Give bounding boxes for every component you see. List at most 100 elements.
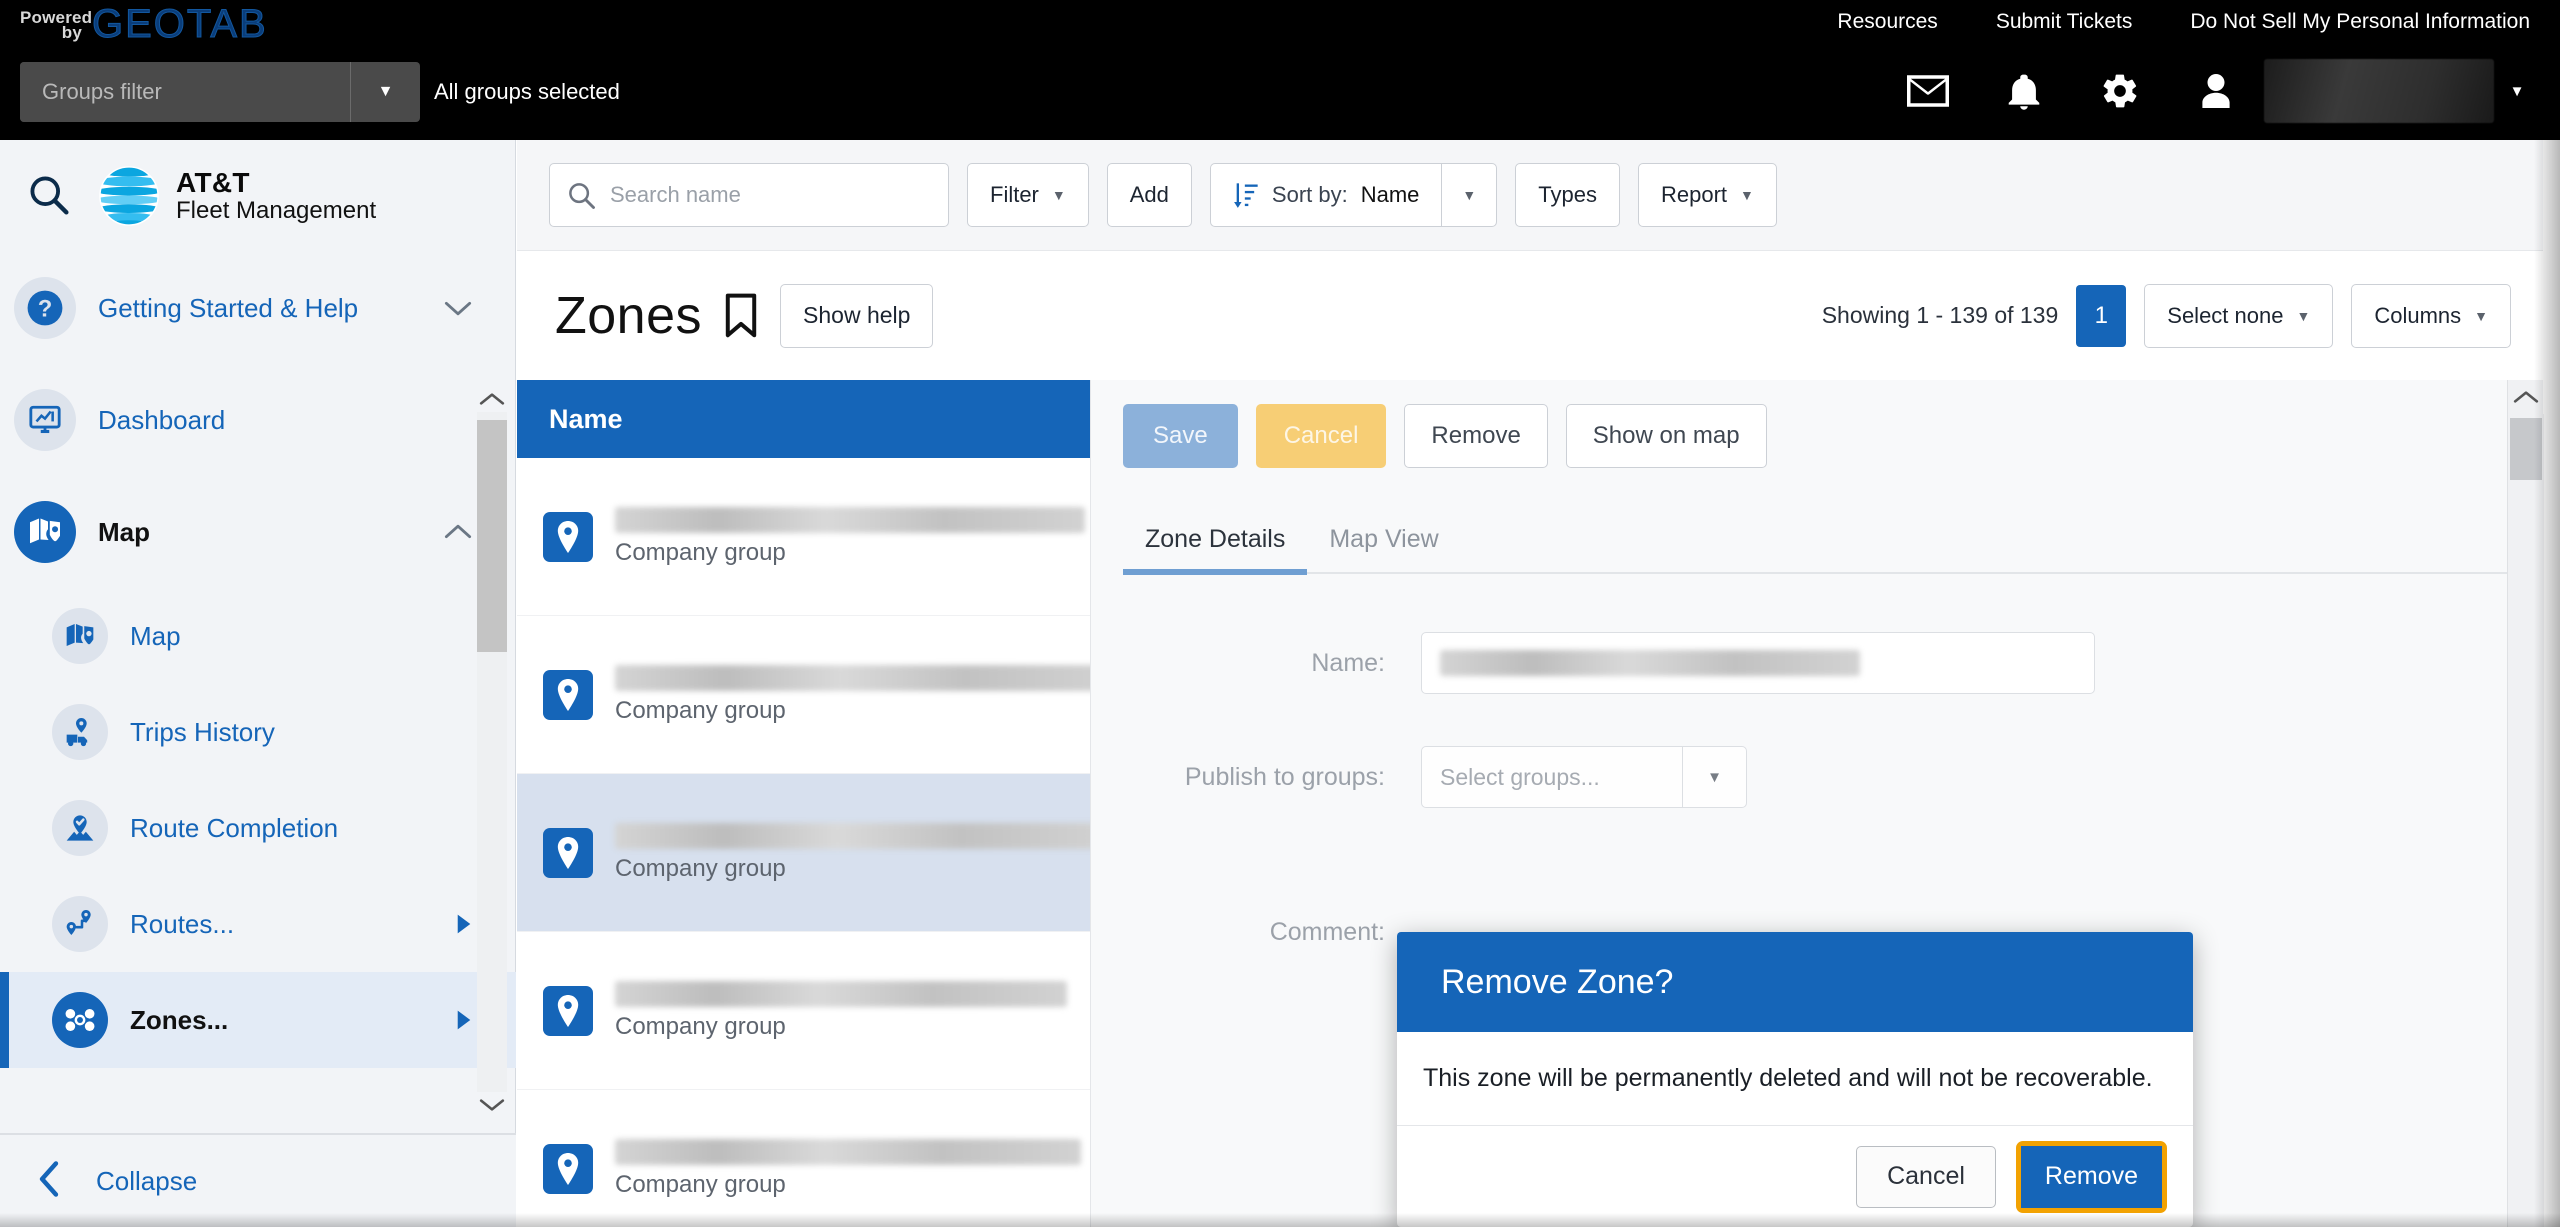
app-root: Powered by GEOTAB Resources Submit Ticke… bbox=[0, 0, 2560, 1227]
sidebar-item-route-completion[interactable]: Route Completion bbox=[0, 780, 516, 876]
main-scrollbar[interactable] bbox=[2507, 380, 2544, 1227]
scrollbar-track[interactable] bbox=[2507, 414, 2544, 1227]
zone-group-label: Company group bbox=[615, 538, 786, 566]
remove-button[interactable]: Remove bbox=[1404, 404, 1548, 468]
show-on-map-button[interactable]: Show on map bbox=[1565, 404, 1767, 468]
route-completion-icon bbox=[52, 800, 108, 856]
sidebar-item-map-group[interactable]: Map bbox=[0, 476, 516, 588]
sidebar-item-map[interactable]: Map bbox=[0, 588, 516, 684]
types-label: Types bbox=[1538, 182, 1597, 207]
groups-filter-input[interactable] bbox=[20, 62, 350, 122]
map-pin-icon bbox=[543, 669, 593, 720]
chevron-up-icon[interactable] bbox=[444, 523, 472, 541]
showing-count-label: Showing 1 - 139 of 139 bbox=[1821, 302, 2059, 328]
brand-att: AT&T bbox=[176, 166, 250, 198]
dialog-remove-button[interactable]: Remove bbox=[2020, 1145, 2162, 1208]
cancel-button[interactable]: Cancel bbox=[1255, 404, 1387, 468]
filter-button[interactable]: Filter ▼ bbox=[967, 163, 1089, 227]
tab-map-view[interactable]: Map View bbox=[1307, 525, 1460, 572]
sidebar-item-routes[interactable]: Routes... bbox=[0, 876, 516, 972]
select-none-label: Select none bbox=[2167, 302, 2284, 328]
chevron-down-icon[interactable]: ▼ bbox=[1682, 747, 1746, 807]
bookmark-icon[interactable] bbox=[724, 293, 758, 339]
sidebar-scrollbar[interactable] bbox=[477, 386, 507, 1118]
top-link-resources[interactable]: Resources bbox=[1837, 10, 1937, 34]
scroll-up-icon[interactable] bbox=[2513, 380, 2539, 414]
table-row[interactable]: Company group bbox=[517, 932, 1090, 1090]
columns-button[interactable]: Columns ▼ bbox=[2351, 283, 2511, 348]
search-name-field[interactable] bbox=[549, 163, 949, 227]
zone-name-redacted bbox=[615, 822, 1109, 849]
publish-groups-placeholder: Select groups... bbox=[1440, 763, 1600, 790]
search-input[interactable] bbox=[610, 182, 932, 208]
zone-group-label: Company group bbox=[615, 1170, 786, 1198]
types-button[interactable]: Types bbox=[1515, 163, 1620, 227]
groups-filter-control[interactable]: ▼ bbox=[20, 62, 420, 122]
publish-to-groups-label: Publish to groups: bbox=[1184, 762, 1385, 791]
scrollbar-thumb[interactable] bbox=[2509, 418, 2542, 480]
list-column-header-name[interactable]: Name bbox=[517, 380, 1090, 458]
chevron-left-icon bbox=[36, 1160, 62, 1203]
zones-icon bbox=[52, 992, 108, 1048]
sort-by-button[interactable]: Sort by: Name bbox=[1209, 163, 1442, 227]
user-name-redacted[interactable] bbox=[2264, 59, 2494, 123]
sidebar-item-label: Routes... bbox=[130, 908, 235, 939]
tab-zone-details[interactable]: Zone Details bbox=[1123, 525, 1308, 575]
sidebar-item-getting-started[interactable]: ? Getting Started & Help bbox=[0, 252, 516, 364]
map-pin-icon bbox=[543, 511, 593, 562]
sidebar-item-label: Getting Started & Help bbox=[98, 292, 359, 323]
sidebar-item-trips-history[interactable]: Trips History bbox=[0, 684, 516, 780]
zone-group-label: Company group bbox=[615, 854, 786, 882]
chevron-right-icon[interactable] bbox=[456, 913, 472, 935]
name-field[interactable] bbox=[1421, 632, 2095, 694]
chevron-down-icon[interactable] bbox=[444, 299, 472, 317]
zone-name-redacted bbox=[615, 980, 1067, 1007]
chevron-down-icon[interactable]: ▼ bbox=[350, 62, 420, 122]
row-meta: Company group bbox=[615, 822, 1109, 883]
report-button[interactable]: Report ▼ bbox=[1637, 163, 1777, 227]
scrollbar-thumb[interactable] bbox=[477, 420, 507, 652]
show-help-button[interactable]: Show help bbox=[780, 283, 934, 348]
table-row[interactable]: Company group bbox=[517, 458, 1090, 616]
bell-icon[interactable] bbox=[1976, 56, 2072, 126]
powered-line2: by bbox=[61, 22, 82, 42]
table-row[interactable]: Company group bbox=[517, 616, 1115, 774]
scroll-down-icon[interactable] bbox=[479, 1092, 505, 1118]
row-meta: Company group bbox=[615, 506, 1085, 567]
save-button[interactable]: Save bbox=[1123, 404, 1238, 468]
zone-detail-form: Name: Publish to groups: Select groups..… bbox=[1091, 574, 2543, 947]
gear-icon[interactable] bbox=[2072, 56, 2168, 126]
chevron-down-icon[interactable]: ▼ bbox=[2494, 83, 2540, 100]
search-icon[interactable] bbox=[26, 172, 70, 221]
top-link-do-not-sell[interactable]: Do Not Sell My Personal Information bbox=[2190, 10, 2530, 34]
map-icon bbox=[14, 501, 76, 563]
mail-icon[interactable] bbox=[1880, 56, 1976, 126]
zone-group-label: Company group bbox=[615, 1012, 786, 1040]
select-none-button[interactable]: Select none ▼ bbox=[2144, 283, 2334, 348]
publish-groups-select[interactable]: Select groups... ▼ bbox=[1421, 746, 1747, 808]
sort-by-dropdown-toggle[interactable]: ▼ bbox=[1441, 163, 1498, 227]
table-row[interactable]: Company group bbox=[517, 774, 1109, 932]
scrollbar-track[interactable] bbox=[477, 412, 507, 1092]
user-icon[interactable] bbox=[2168, 56, 2264, 126]
map-pin-icon bbox=[543, 985, 593, 1036]
sidebar-item-label: Trips History bbox=[130, 716, 275, 747]
chevron-right-icon[interactable] bbox=[456, 1009, 472, 1031]
table-row[interactable]: Company group bbox=[517, 1090, 1090, 1227]
sidebar-item-zones[interactable]: Zones... bbox=[0, 972, 516, 1068]
brand-text: AT&T Fleet Management bbox=[176, 167, 376, 225]
sidebar: AT&T Fleet Management ? Getting Started … bbox=[0, 140, 516, 1227]
dialog-cancel-button[interactable]: Cancel bbox=[1856, 1145, 1996, 1208]
page-number-button[interactable]: 1 bbox=[2076, 284, 2127, 347]
top-link-submit-tickets[interactable]: Submit Tickets bbox=[1996, 10, 2133, 34]
att-fleet-brand: AT&T Fleet Management bbox=[98, 165, 376, 227]
sidebar-item-label: Dashboard bbox=[98, 404, 226, 435]
detail-tabs: Zone Details Map View bbox=[1123, 492, 2511, 575]
comment-label: Comment: bbox=[1269, 918, 1385, 946]
zone-name-redacted bbox=[615, 664, 1115, 691]
scroll-up-icon[interactable] bbox=[479, 386, 505, 412]
collapse-sidebar-button[interactable]: Collapse bbox=[0, 1135, 516, 1227]
svg-text:?: ? bbox=[38, 296, 53, 323]
add-button[interactable]: Add bbox=[1106, 163, 1192, 227]
sidebar-item-dashboard[interactable]: Dashboard bbox=[0, 364, 516, 476]
